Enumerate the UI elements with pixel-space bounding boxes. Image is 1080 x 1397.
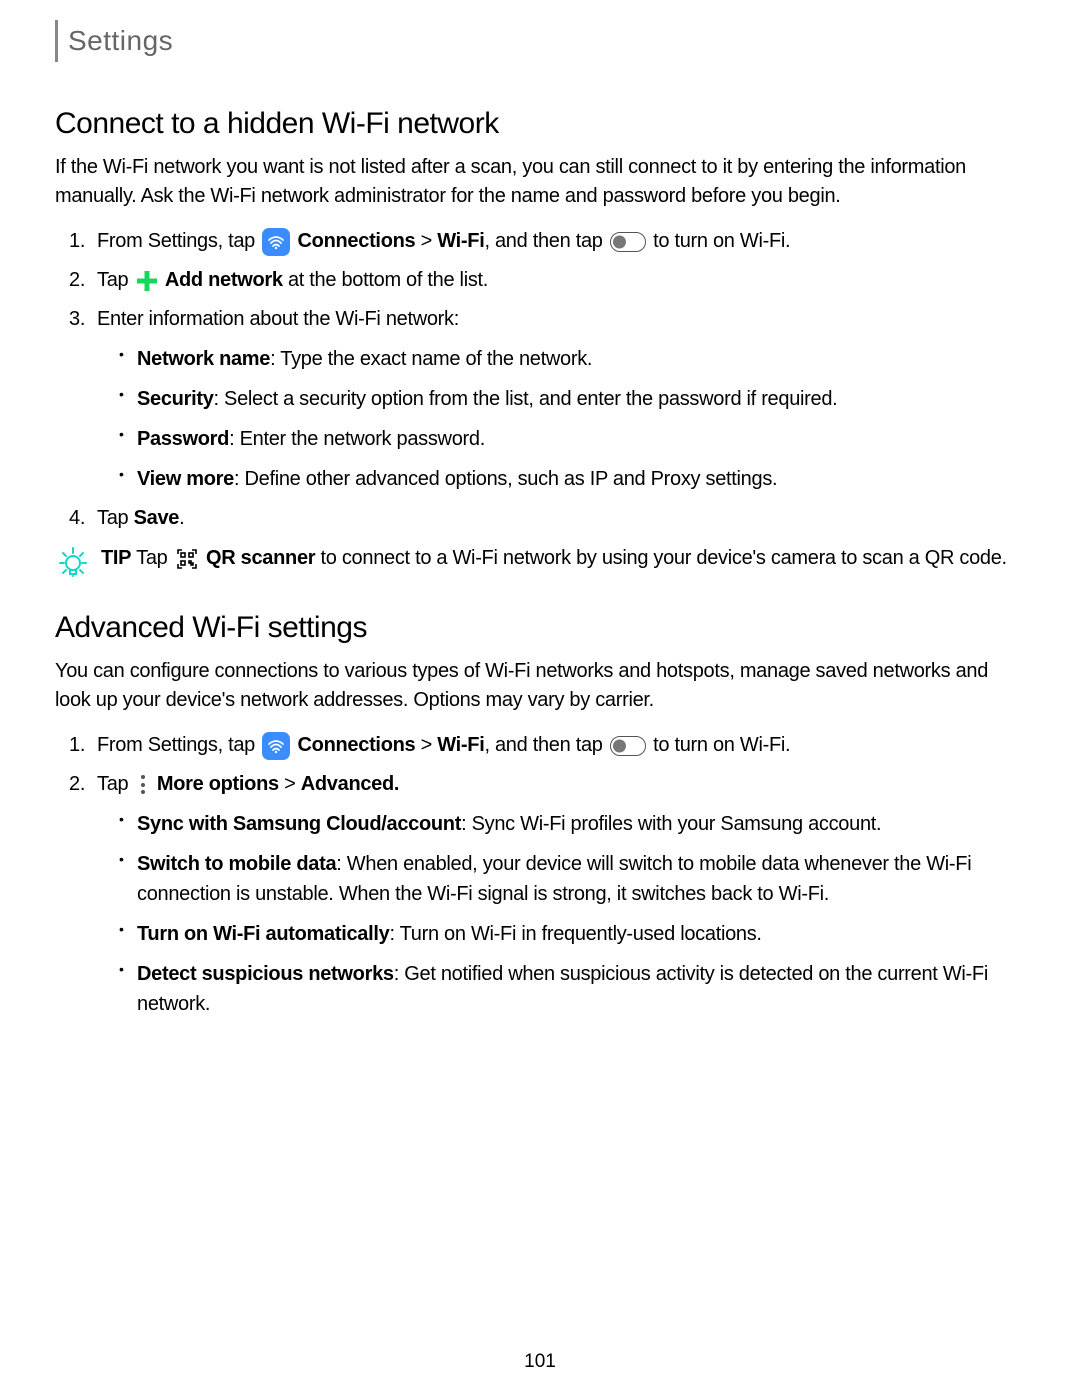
step4-label: Save [134, 507, 180, 529]
s2step1-mid: , and then tap [484, 734, 607, 756]
s2sub3-text: : Turn on Wi-Fi in frequently-used locat… [389, 923, 761, 945]
step1-connections-label: Connections [298, 230, 416, 252]
tip-pre: Tap [131, 547, 173, 569]
tip-label: TIP [101, 547, 131, 569]
more-options-icon [136, 774, 150, 796]
header-title: Settings [68, 25, 173, 57]
step3-sublist: Network name: Type the exact name of the… [97, 344, 1025, 494]
sub-switch-mobile: Switch to mobile data: When enabled, you… [137, 849, 1025, 909]
s2step1-pre: From Settings, tap [97, 734, 260, 756]
sub-suspicious: Detect suspicious networks: Get notified… [137, 959, 1025, 1019]
connections-icon [262, 732, 290, 760]
tip-block: TIP Tap QR scanner to connect to a Wi-Fi… [55, 543, 1025, 581]
s2step1-post: to turn on Wi-Fi. [653, 734, 790, 756]
sub4-label: View more [137, 468, 234, 490]
connections-icon [262, 228, 290, 256]
sub-password: Password: Enter the network password. [137, 424, 1025, 454]
step1-mid: , and then tap [484, 230, 607, 252]
tip-post: to connect to a Wi-Fi network by using y… [315, 547, 1007, 569]
s2step2-pre: Tap [97, 773, 134, 795]
sub1-label: Network name [137, 348, 270, 370]
sub3-text: : Enter the network password. [229, 428, 485, 450]
step-4: Tap Save. [97, 504, 1025, 533]
section2-intro: You can configure connections to various… [55, 657, 1025, 715]
plus-icon [136, 270, 158, 292]
step4-pre: Tap [97, 507, 134, 529]
section1-steps: From Settings, tap Connections > Wi-Fi, … [55, 227, 1025, 533]
sub3-label: Password [137, 428, 229, 450]
header-accent-bar [55, 20, 58, 62]
step2-pre: Tap [97, 269, 134, 291]
s2step2-gt: > [279, 773, 301, 795]
step-2: Tap Add network at the bottom of the lis… [97, 266, 1025, 295]
lightbulb-icon [55, 545, 91, 581]
step-1: From Settings, tap Connections > Wi-Fi, … [97, 227, 1025, 256]
step4-post: . [179, 507, 184, 529]
s2step1-gt: > [415, 734, 437, 756]
sub-network-name: Network name: Type the exact name of the… [137, 344, 1025, 374]
sub1-text: : Type the exact name of the network. [270, 348, 592, 370]
toggle-icon [610, 232, 646, 252]
step1-pre: From Settings, tap [97, 230, 260, 252]
toggle-icon [610, 736, 646, 756]
step2-post: at the bottom of the list. [283, 269, 488, 291]
section2-steps: From Settings, tap Connections > Wi-Fi, … [55, 731, 1025, 1019]
step1-wifi-label: Wi-Fi [437, 230, 484, 252]
tip-text: TIP Tap QR scanner to connect to a Wi-Fi… [101, 543, 1007, 573]
page-header: Settings [55, 20, 1025, 62]
s2step2-sublist: Sync with Samsung Cloud/account: Sync Wi… [97, 809, 1025, 1019]
qr-scanner-icon [175, 547, 199, 571]
s2-step-1: From Settings, tap Connections > Wi-Fi, … [97, 731, 1025, 760]
s2step1-connections: Connections [298, 734, 416, 756]
sub-security: Security: Select a security option from … [137, 384, 1025, 414]
s2-step-2: Tap More options > Advanced. Sync with S… [97, 770, 1025, 1019]
sub-sync: Sync with Samsung Cloud/account: Sync Wi… [137, 809, 1025, 839]
sub4-text: : Define other advanced options, such as… [234, 468, 777, 490]
sub2-label: Security [137, 388, 214, 410]
step1-gt: > [415, 230, 437, 252]
section-heading-hidden-wifi: Connect to a hidden Wi-Fi network [55, 107, 1025, 141]
step1-post: to turn on Wi-Fi. [653, 230, 790, 252]
s2sub2-label: Switch to mobile data [137, 853, 336, 875]
sub2-text: : Select a security option from the list… [214, 388, 838, 410]
sub-auto-wifi: Turn on Wi-Fi automatically: Turn on Wi-… [137, 919, 1025, 949]
tip-scanner-label: QR scanner [206, 547, 315, 569]
s2sub1-label: Sync with Samsung Cloud/account [137, 813, 461, 835]
s2sub1-text: : Sync Wi-Fi profiles with your Samsung … [461, 813, 881, 835]
s2step1-wifi: Wi-Fi [437, 734, 484, 756]
section-heading-advanced: Advanced Wi-Fi settings [55, 611, 1025, 645]
s2sub4-label: Detect suspicious networks [137, 963, 394, 985]
page-number: 101 [524, 1351, 556, 1373]
s2sub3-label: Turn on Wi-Fi automatically [137, 923, 389, 945]
s2step2-more: More options [157, 773, 279, 795]
step-3: Enter information about the Wi-Fi networ… [97, 305, 1025, 494]
section1-intro: If the Wi-Fi network you want is not lis… [55, 153, 1025, 211]
sub-view-more: View more: Define other advanced options… [137, 464, 1025, 494]
step2-label: Add network [165, 269, 283, 291]
s2step2-advanced: Advanced. [301, 773, 399, 795]
step3-text: Enter information about the Wi-Fi networ… [97, 308, 459, 330]
